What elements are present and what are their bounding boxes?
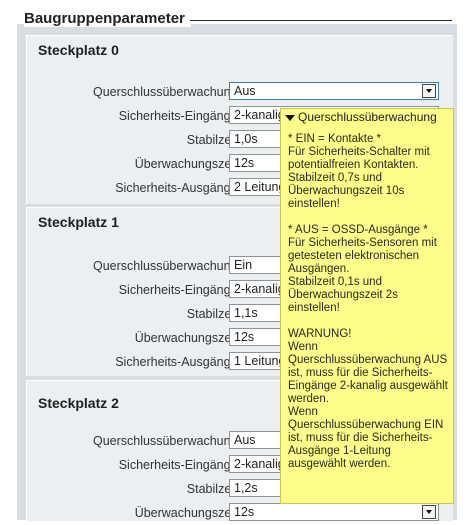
slot-2-inputs-value: 2-kanalig	[234, 457, 285, 471]
slot-0-title: Steckplatz 0	[38, 42, 119, 58]
slot-1-outputs-value: 1 Leitung	[234, 354, 286, 368]
monitor-label: Überwachungszeit:	[134, 506, 241, 520]
slot-2-monitor-select[interactable]: 12s	[229, 503, 439, 521]
slot-0-monitor-value: 12s	[234, 156, 255, 170]
tooltip-header: Querschlussüberwachung	[285, 111, 437, 124]
slot-1-monitor-value: 12s	[234, 330, 255, 344]
slot-1-inputs-value: 2-kanalig	[234, 282, 285, 296]
tooltip-paragraph-aus: * AUS = OSSD-Ausgänge * Für Sicherheits-…	[288, 224, 437, 314]
slot-0-crosscheck-select[interactable]: Aus	[229, 82, 439, 100]
tooltip-header-text: Querschlussüberwachung	[298, 110, 437, 124]
crosscheck-label: Querschlussüberwachung:	[93, 259, 241, 273]
crosscheck-label: Querschlussüberwachung:	[93, 434, 241, 448]
page-title: Baugruppenparameter	[24, 10, 191, 27]
slot-1-title: Steckplatz 1	[38, 214, 119, 230]
chevron-down-icon[interactable]	[422, 84, 436, 98]
crosscheck-label: Querschlussüberwachung:	[93, 85, 241, 99]
help-tooltip: Querschlussüberwachung * EIN = Kontakte …	[280, 108, 454, 504]
title-divider	[190, 20, 452, 21]
tooltip-paragraph-ein: * EIN = Kontakte * Für Sicherheits-Schal…	[288, 133, 430, 210]
tooltip-body: * EIN = Kontakte * Für Sicherheits-Schal…	[288, 133, 450, 484]
tooltip-paragraph-warning: WARNUNG! Wenn Querschlussüberwachung AUS…	[288, 328, 448, 470]
inputs-label: Sicherheits-Eingänge:	[118, 283, 241, 297]
slot-0-crosscheck-value: Aus	[234, 84, 256, 98]
monitor-label: Überwachungszeit:	[134, 157, 241, 171]
outputs-label: Sicherheits-Ausgänge:	[115, 181, 241, 195]
slot-0-inputs-value: 2-kanalig	[234, 108, 285, 122]
arrow-down-icon	[285, 114, 295, 121]
monitor-label: Überwachungszeit:	[134, 331, 241, 345]
slot-1-stable-value: 1,1s	[234, 306, 258, 320]
slot-2-stable-value: 1,2s	[234, 481, 258, 495]
inputs-label: Sicherheits-Eingänge:	[118, 109, 241, 123]
slot-2-title: Steckplatz 2	[38, 395, 119, 411]
slot-1-crosscheck-value: Ein	[234, 258, 253, 272]
chevron-down-icon[interactable]	[422, 505, 436, 519]
slot-2-crosscheck-value: Aus	[234, 433, 256, 447]
slot-2-monitor-value: 12s	[234, 505, 255, 519]
inputs-label: Sicherheits-Eingänge:	[118, 458, 241, 472]
outputs-label: Sicherheits-Ausgänge:	[115, 355, 241, 369]
slot-0-stable-value: 1,0s	[234, 132, 258, 146]
